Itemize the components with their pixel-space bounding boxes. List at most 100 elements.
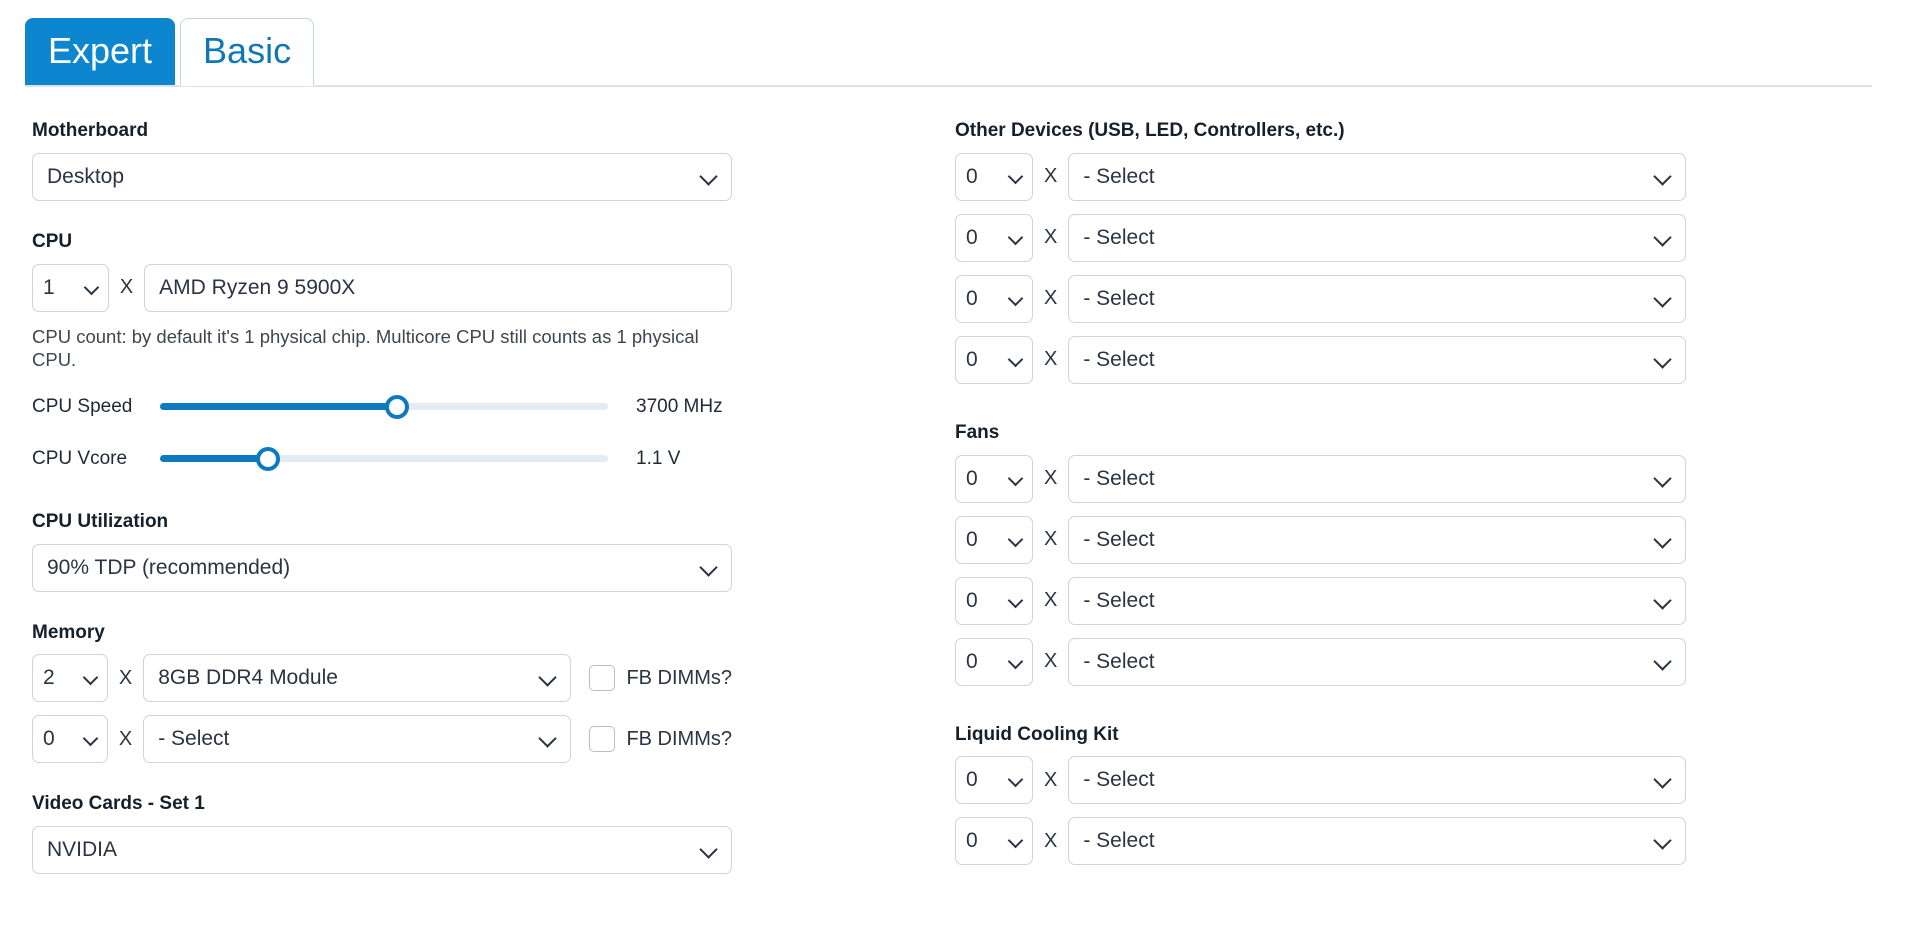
cpu-speed-slider-row: CPU Speed 3700 MHz bbox=[32, 389, 732, 425]
cpu-speed-value: 3700 MHz bbox=[636, 395, 723, 417]
tab-expert[interactable]: Expert bbox=[25, 18, 176, 86]
memory-row: 0 X - Select FB DIMMs? bbox=[32, 715, 732, 764]
fans-row: 0 X - Select bbox=[955, 576, 1845, 625]
cpu-vcore-slider-fill bbox=[160, 455, 268, 463]
cpu-speed-slider-thumb[interactable] bbox=[385, 394, 410, 419]
other-devices-quantity-value-4: 0 bbox=[966, 347, 978, 371]
section-liquid-cooling-kit: Liquid Cooling Kit 0 X - Select 0 X - Se… bbox=[955, 724, 1845, 866]
memory-module-select-2[interactable]: - Select bbox=[143, 715, 572, 764]
cpu-quantity-select[interactable]: 1 bbox=[32, 263, 109, 312]
memory-multiplier-symbol-2: X bbox=[118, 727, 133, 750]
video-cards-select[interactable]: NVIDIA bbox=[32, 826, 732, 875]
memory-module-select-1[interactable]: 8GB DDR4 Module bbox=[143, 654, 572, 703]
fans-quantity-select-2[interactable]: 0 bbox=[955, 515, 1033, 564]
memory-fb-dimms-wrap-2: FB DIMMs? bbox=[589, 726, 732, 753]
fans-quantity-value-4: 0 bbox=[966, 649, 978, 673]
other-devices-row: 0 X - Select bbox=[955, 213, 1845, 262]
memory-fb-dimms-checkbox-2[interactable] bbox=[589, 726, 616, 753]
memory-fb-dimms-label-2: FB DIMMs? bbox=[626, 727, 732, 750]
liquid-cooling-quantity-select-1[interactable]: 0 bbox=[955, 756, 1033, 805]
liquid-cooling-multiplier-symbol-1: X bbox=[1044, 768, 1058, 791]
fans-select-1[interactable]: - Select bbox=[1068, 454, 1687, 503]
memory-fb-dimms-checkbox-1[interactable] bbox=[589, 665, 616, 692]
liquid-cooling-multiplier-symbol-2: X bbox=[1044, 829, 1058, 852]
fans-select-4[interactable]: - Select bbox=[1068, 637, 1687, 686]
fans-quantity-select-4[interactable]: 0 bbox=[955, 637, 1033, 686]
liquid-cooling-row: 0 X - Select bbox=[955, 817, 1845, 866]
section-video-cards: Video Cards - Set 1 NVIDIA bbox=[32, 793, 732, 875]
other-devices-select-4[interactable]: - Select bbox=[1068, 335, 1687, 384]
cpu-utilization-select[interactable]: 90% TDP (recommended) bbox=[32, 543, 732, 592]
fans-quantity-value-2: 0 bbox=[966, 527, 978, 551]
other-devices-row: 0 X - Select bbox=[955, 274, 1845, 323]
cpu-vcore-slider[interactable] bbox=[160, 446, 608, 471]
cpu-vcore-value: 1.1 V bbox=[636, 447, 681, 469]
section-memory: Memory 2 X 8GB DDR4 Module FB DIMMs? 0 X… bbox=[32, 622, 732, 764]
other-devices-quantity-select-4[interactable]: 0 bbox=[955, 335, 1033, 384]
cpu-speed-slider[interactable] bbox=[160, 394, 608, 419]
other-devices-select-1[interactable]: - Select bbox=[1068, 152, 1687, 201]
other-devices-quantity-select-3[interactable]: 0 bbox=[955, 274, 1033, 323]
fans-value-2: - Select bbox=[1083, 527, 1155, 551]
right-column: Other Devices (USB, LED, Controllers, et… bbox=[955, 120, 1845, 895]
other-devices-select-3[interactable]: - Select bbox=[1068, 274, 1687, 323]
cpu-vcore-slider-thumb[interactable] bbox=[255, 446, 280, 471]
fans-label: Fans bbox=[955, 421, 1000, 443]
memory-quantity-select-1[interactable]: 2 bbox=[32, 654, 108, 703]
other-devices-row: 0 X - Select bbox=[955, 335, 1845, 384]
motherboard-value: Desktop bbox=[47, 164, 125, 188]
tab-expert-label: Expert bbox=[48, 30, 153, 71]
memory-fb-dimms-wrap-1: FB DIMMs? bbox=[589, 665, 732, 692]
other-devices-value-4: - Select bbox=[1083, 347, 1155, 371]
other-devices-quantity-select-1[interactable]: 0 bbox=[955, 152, 1033, 201]
left-column: Motherboard Desktop CPU 1 X AMD Ryzen 9 … bbox=[32, 120, 732, 904]
liquid-cooling-value-1: - Select bbox=[1083, 768, 1155, 792]
liquid-cooling-row: 0 X - Select bbox=[955, 756, 1845, 805]
memory-quantity-value-2: 0 bbox=[43, 727, 55, 751]
tab-strip: Expert Basic bbox=[25, 18, 315, 86]
fans-row: 0 X - Select bbox=[955, 637, 1845, 686]
other-devices-multiplier-symbol-4: X bbox=[1044, 348, 1058, 371]
other-devices-value-1: - Select bbox=[1083, 164, 1155, 188]
cpu-label: CPU bbox=[32, 230, 73, 252]
power-supply-calculator-page: Expert Basic Motherboard Desktop CPU 1 X bbox=[0, 0, 1920, 926]
memory-module-value-2: - Select bbox=[158, 727, 230, 751]
other-devices-multiplier-symbol-2: X bbox=[1044, 226, 1058, 249]
other-devices-row: 0 X - Select bbox=[955, 152, 1845, 201]
video-cards-label: Video Cards - Set 1 bbox=[32, 793, 205, 815]
liquid-cooling-quantity-select-2[interactable]: 0 bbox=[955, 817, 1033, 866]
motherboard-select[interactable]: Desktop bbox=[32, 152, 732, 201]
cpu-model-input[interactable]: AMD Ryzen 9 5900X bbox=[144, 263, 732, 312]
cpu-multiplier-symbol: X bbox=[119, 276, 134, 299]
other-devices-label: Other Devices (USB, LED, Controllers, et… bbox=[955, 120, 1345, 141]
fans-quantity-select-1[interactable]: 0 bbox=[955, 454, 1033, 503]
section-motherboard: Motherboard Desktop bbox=[32, 120, 732, 201]
cpu-speed-slider-fill bbox=[160, 403, 398, 411]
memory-row: 2 X 8GB DDR4 Module FB DIMMs? bbox=[32, 654, 732, 703]
motherboard-label: Motherboard bbox=[32, 120, 149, 141]
memory-quantity-select-2[interactable]: 0 bbox=[32, 715, 108, 764]
fans-multiplier-symbol-3: X bbox=[1044, 589, 1058, 612]
fans-select-2[interactable]: - Select bbox=[1068, 515, 1687, 564]
fans-quantity-select-3[interactable]: 0 bbox=[955, 576, 1033, 625]
fans-select-3[interactable]: - Select bbox=[1068, 576, 1687, 625]
tab-basic[interactable]: Basic bbox=[180, 18, 315, 86]
other-devices-value-2: - Select bbox=[1083, 225, 1155, 249]
tab-basic-label: Basic bbox=[203, 30, 292, 71]
fans-multiplier-symbol-1: X bbox=[1044, 467, 1058, 490]
memory-module-value-1: 8GB DDR4 Module bbox=[158, 666, 338, 690]
tab-bar: Expert Basic bbox=[0, 18, 1920, 86]
memory-quantity-value-1: 2 bbox=[43, 666, 55, 690]
liquid-cooling-select-2[interactable]: - Select bbox=[1068, 817, 1687, 866]
fans-row: 0 X - Select bbox=[955, 454, 1845, 503]
cpu-row: 1 X AMD Ryzen 9 5900X bbox=[32, 263, 732, 312]
other-devices-multiplier-symbol-1: X bbox=[1044, 165, 1058, 188]
cpu-model-value: AMD Ryzen 9 5900X bbox=[159, 275, 356, 299]
cpu-count-hint: CPU count: by default it's 1 physical ch… bbox=[32, 325, 699, 370]
section-cpu-utilization: CPU Utilization 90% TDP (recommended) bbox=[32, 511, 732, 592]
other-devices-select-2[interactable]: - Select bbox=[1068, 213, 1687, 262]
cpu-speed-label: CPU Speed bbox=[32, 395, 133, 417]
other-devices-quantity-select-2[interactable]: 0 bbox=[955, 213, 1033, 262]
liquid-cooling-select-1[interactable]: - Select bbox=[1068, 756, 1687, 805]
other-devices-quantity-value-1: 0 bbox=[966, 164, 978, 188]
